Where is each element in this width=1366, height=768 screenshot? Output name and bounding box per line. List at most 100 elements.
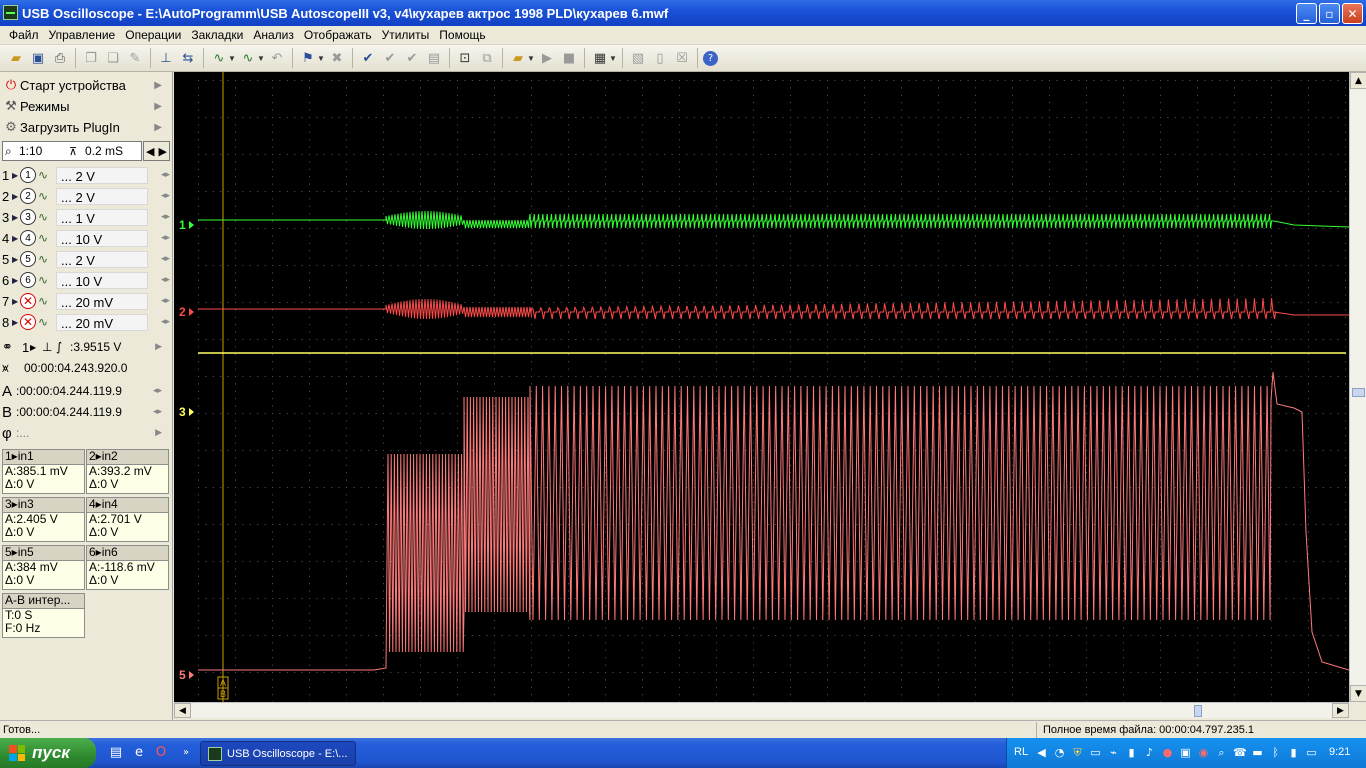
scale-arrows-icon[interactable]: ◂▸ — [148, 254, 170, 264]
grid-dot — [220, 117, 222, 118]
undo-icon[interactable]: ↶ — [267, 48, 287, 68]
copy-icon[interactable]: ❐ — [81, 48, 101, 68]
minimize-button[interactable]: _ — [1296, 3, 1317, 24]
channel-row-3[interactable]: 3 ▶ 3 ∿ ... 1 V ◂▸ — [2, 207, 170, 227]
channel-scale[interactable]: ... 10 V — [56, 229, 148, 247]
dropdown-caret-icon[interactable]: ▼ — [609, 54, 617, 63]
scale-arrows-icon[interactable]: ◂▸ — [148, 233, 170, 243]
marker-icon[interactable]: ⚑ — [298, 48, 318, 68]
channel-enable-icon[interactable]: 6 — [20, 272, 36, 288]
channel-scale[interactable]: ... 2 V — [56, 187, 148, 205]
stop-abc-icon[interactable]: ■ — [559, 48, 579, 68]
brush-icon[interactable]: ✎ — [125, 48, 145, 68]
channel-scale[interactable]: ... 10 V — [56, 271, 148, 289]
close-button[interactable]: ✕ — [1342, 3, 1363, 24]
channel-row-5[interactable]: 5 ▶ 5 ∿ ... 2 V ◂▸ — [2, 249, 170, 269]
wave-icon[interactable]: ∿ — [209, 48, 229, 68]
check-all-icon[interactable]: ✔ — [380, 48, 400, 68]
table-abc-icon[interactable]: ▦ — [590, 48, 610, 68]
dropdown-caret-icon[interactable]: ▼ — [317, 54, 325, 63]
grid-dot — [1182, 450, 1184, 451]
open-folder-icon[interactable]: ▰ — [6, 48, 26, 68]
dropdown-caret-icon[interactable]: ▼ — [527, 54, 535, 63]
modes-item[interactable]: ⚒ Режимы ▶ — [2, 96, 170, 117]
menu-bookmarks[interactable]: Закладки — [186, 28, 248, 42]
scale-display[interactable]: ⌕ 1:10 ⊼ 0.2 mS — [2, 141, 142, 161]
channel-enable-icon[interactable]: 5 — [20, 251, 36, 267]
start-device-item[interactable]: ⏻ Старт устройства ▶ — [2, 75, 170, 96]
save-icon[interactable]: ▣ — [28, 48, 48, 68]
scale-arrows-icon[interactable]: ◂▸ — [148, 296, 170, 306]
maximize-button[interactable]: ▫ — [1319, 3, 1340, 24]
cursor-icon[interactable]: ⊥ — [156, 48, 176, 68]
delete-icon[interactable]: ☒ — [672, 48, 692, 68]
channel-scale[interactable]: ... 20 mV — [56, 313, 148, 331]
channel-scale[interactable]: ... 1 V — [56, 208, 148, 226]
grid-dot — [286, 191, 288, 192]
channel-row-8[interactable]: 8 ▶ ✕ ∿ ... 20 mV ◂▸ — [2, 312, 170, 332]
channel-scale[interactable]: ... 2 V — [56, 166, 148, 184]
layers-icon[interactable]: ⧉ — [477, 48, 497, 68]
channel-row-1[interactable]: 1 ▶ 1 ∿ ... 2 V ◂▸ — [2, 165, 170, 185]
load-plugin-item[interactable]: ⚙ Загрузить PlugIn ▶ — [2, 117, 170, 138]
marker-delete-icon[interactable]: ✖ — [327, 48, 347, 68]
scale-arrows-icon[interactable]: ◂▸ — [148, 191, 170, 201]
folder-abc-icon[interactable]: ▰ — [508, 48, 528, 68]
chart-icon[interactable]: ▧ — [628, 48, 648, 68]
print-icon[interactable]: ⎙ — [50, 48, 70, 68]
cursor-a-row[interactable]: A :00:00:04.244.119.9 ◂▸ — [2, 381, 170, 401]
channel-scale[interactable]: ... 20 mV — [56, 292, 148, 310]
channel-enable-icon[interactable]: 1 — [20, 167, 36, 183]
channel-enable-icon[interactable]: 4 — [20, 230, 36, 246]
channel-disabled-icon[interactable]: ✕ — [20, 293, 36, 309]
channel-enable-icon[interactable]: 3 — [20, 209, 36, 225]
grid-dot — [249, 487, 251, 488]
channel-scale[interactable]: ... 2 V — [56, 250, 148, 268]
play-abc-icon[interactable]: ▶ — [537, 48, 557, 68]
phase-row[interactable]: φ :... ▶ — [2, 423, 170, 443]
channel-row-7[interactable]: 7 ▶ ✕ ∿ ... 20 mV ◂▸ — [2, 291, 170, 311]
oscilloscope-screen[interactable]: 1 2 3 5 A B — [174, 72, 1350, 703]
grid-dot — [1241, 376, 1243, 377]
menu-analysis[interactable]: Анализ — [248, 28, 299, 42]
wave-alt-icon[interactable]: ∿ — [238, 48, 258, 68]
dropdown-caret-icon[interactable]: ▼ — [228, 54, 236, 63]
document-icon[interactable]: ▯ — [650, 48, 670, 68]
page-icon[interactable]: ▤ — [424, 48, 444, 68]
grid-dot — [279, 191, 281, 192]
waveform-plot[interactable]: 1 2 3 5 A B — [174, 72, 1350, 703]
menu-operations[interactable]: Операции — [120, 28, 186, 42]
phase-label: φ — [2, 424, 12, 442]
cursor-b-row[interactable]: B :00:00:04.244.119.9 ◂▸ — [2, 402, 170, 422]
channel-enable-icon[interactable]: 2 — [20, 188, 36, 204]
grid-dot — [886, 154, 888, 155]
grid-dot — [383, 390, 384, 392]
menu-file[interactable]: Файл — [4, 28, 44, 42]
scroll-right-icon[interactable]: ▶ — [159, 145, 167, 158]
check-next-icon[interactable]: ✔ — [402, 48, 422, 68]
help-icon[interactable]: ? — [703, 50, 718, 66]
channel-row-4[interactable]: 4 ▶ 4 ∿ ... 10 V ◂▸ — [2, 228, 170, 248]
scroll-left-icon[interactable]: ◀ — [146, 145, 154, 158]
paste-icon[interactable]: ❏ — [103, 48, 123, 68]
scale-arrows-icon[interactable]: ◂▸ — [153, 407, 162, 417]
menu-control[interactable]: Управление — [44, 28, 121, 42]
channel-row-2[interactable]: 2 ▶ 2 ∿ ... 2 V ◂▸ — [2, 186, 170, 206]
scale-arrows-icon[interactable]: ◂▸ — [148, 212, 170, 222]
grid-dot — [397, 376, 399, 377]
scale-arrows-icon[interactable]: ◂▸ — [153, 386, 162, 396]
channel-disabled-icon[interactable]: ✕ — [20, 314, 36, 330]
grid-dot — [1012, 131, 1013, 133]
scale-arrows-icon[interactable]: ◂▸ — [148, 275, 170, 285]
channel-row-6[interactable]: 6 ▶ 6 ∿ ... 10 V ◂▸ — [2, 270, 170, 290]
menu-utilities[interactable]: Утилиты — [377, 28, 435, 42]
trigger-row[interactable]: ⚭ 1 ▶ ⊥ ∫ :3.9515 V ▶ — [2, 337, 170, 357]
scale-arrows-icon[interactable]: ◂▸ — [148, 317, 170, 327]
menu-help[interactable]: Помощь — [434, 28, 490, 42]
menu-view[interactable]: Отображать — [299, 28, 377, 42]
fit-icon[interactable]: ⊡ — [455, 48, 475, 68]
zoom-region-icon[interactable]: ⇆ — [178, 48, 198, 68]
check-icon[interactable]: ✔ — [358, 48, 378, 68]
dropdown-caret-icon[interactable]: ▼ — [257, 54, 265, 63]
scale-arrows-icon[interactable]: ◂▸ — [148, 170, 170, 180]
